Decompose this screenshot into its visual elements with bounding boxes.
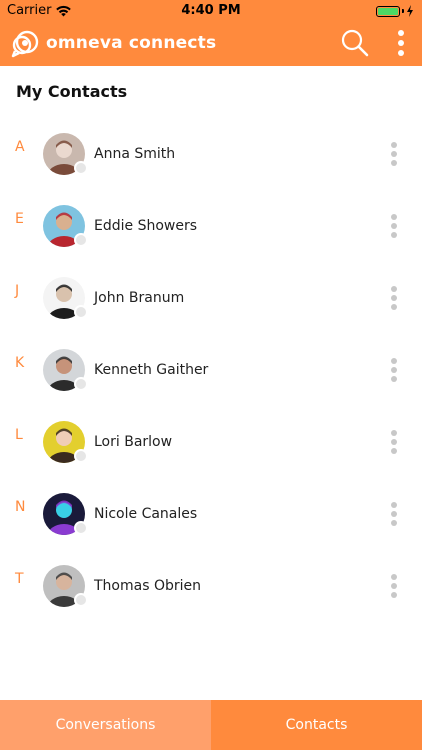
brand-logo: omneva connects — [10, 28, 216, 58]
status-bar: Carrier 4:40 PM — [0, 0, 422, 22]
contact-row[interactable]: J John Branum — [0, 262, 422, 334]
contact-row[interactable]: L Lori Barlow — [0, 406, 422, 478]
index-letter: E — [15, 211, 24, 227]
contact-more-icon[interactable] — [386, 212, 402, 240]
presence-status-dot — [74, 305, 88, 319]
contact-name[interactable]: Kenneth Gaither — [94, 362, 208, 378]
contact-more-icon[interactable] — [386, 140, 402, 168]
contact-row[interactable]: E Eddie Showers — [0, 190, 422, 262]
nav-bar: omneva connects — [0, 22, 422, 66]
contact-more-icon[interactable] — [386, 428, 402, 456]
presence-status-dot — [74, 233, 88, 247]
index-letter: N — [15, 499, 26, 515]
app-header: Carrier 4:40 PM omneva connects — [0, 0, 422, 66]
index-letter: T — [15, 571, 24, 587]
contact-row[interactable]: K Kenneth Gaither — [0, 334, 422, 406]
contact-more-icon[interactable] — [386, 356, 402, 384]
contact-name[interactable]: Nicole Canales — [94, 506, 197, 522]
contact-row[interactable]: A Anna Smith — [0, 118, 422, 190]
battery-indicator — [376, 5, 414, 17]
presence-status-dot — [74, 449, 88, 463]
index-letter: J — [15, 283, 20, 299]
contact-row[interactable]: T Thomas Obrien — [0, 550, 422, 622]
chat-bubble-logo-icon — [11, 30, 39, 58]
contact-name[interactable]: John Branum — [94, 290, 184, 306]
index-letter: A — [15, 139, 25, 155]
tab-conversations[interactable]: Conversations — [0, 700, 211, 750]
bottom-tab-bar: Conversations Contacts — [0, 700, 422, 750]
index-letter: L — [15, 427, 23, 443]
battery-icon — [376, 5, 400, 17]
presence-status-dot — [74, 593, 88, 607]
presence-status-dot — [74, 377, 88, 391]
contact-row[interactable]: N Nicole Canales — [0, 478, 422, 550]
contact-name[interactable]: Thomas Obrien — [94, 578, 201, 594]
page-title: My Contacts — [16, 82, 128, 101]
clock: 4:40 PM — [181, 3, 241, 18]
brand-name: omneva connects — [46, 33, 217, 53]
contact-more-icon[interactable] — [386, 284, 402, 312]
index-letter: K — [15, 355, 25, 371]
contact-name[interactable]: Eddie Showers — [94, 218, 197, 234]
app-root: Carrier 4:40 PM omneva connects My Conta… — [0, 0, 422, 750]
contact-name[interactable]: Lori Barlow — [94, 434, 172, 450]
more-vertical-icon[interactable] — [390, 28, 412, 58]
charging-bolt-icon — [407, 5, 413, 17]
presence-status-dot — [74, 521, 88, 535]
contact-more-icon[interactable] — [386, 500, 402, 528]
tab-contacts[interactable]: Contacts — [211, 700, 422, 750]
contact-name[interactable]: Anna Smith — [94, 146, 175, 162]
search-icon[interactable] — [340, 28, 370, 58]
contact-more-icon[interactable] — [386, 572, 402, 600]
contact-list: A Anna Smith E Eddie Showers J John Branum K Ke… — [0, 118, 422, 622]
presence-status-dot — [74, 161, 88, 175]
